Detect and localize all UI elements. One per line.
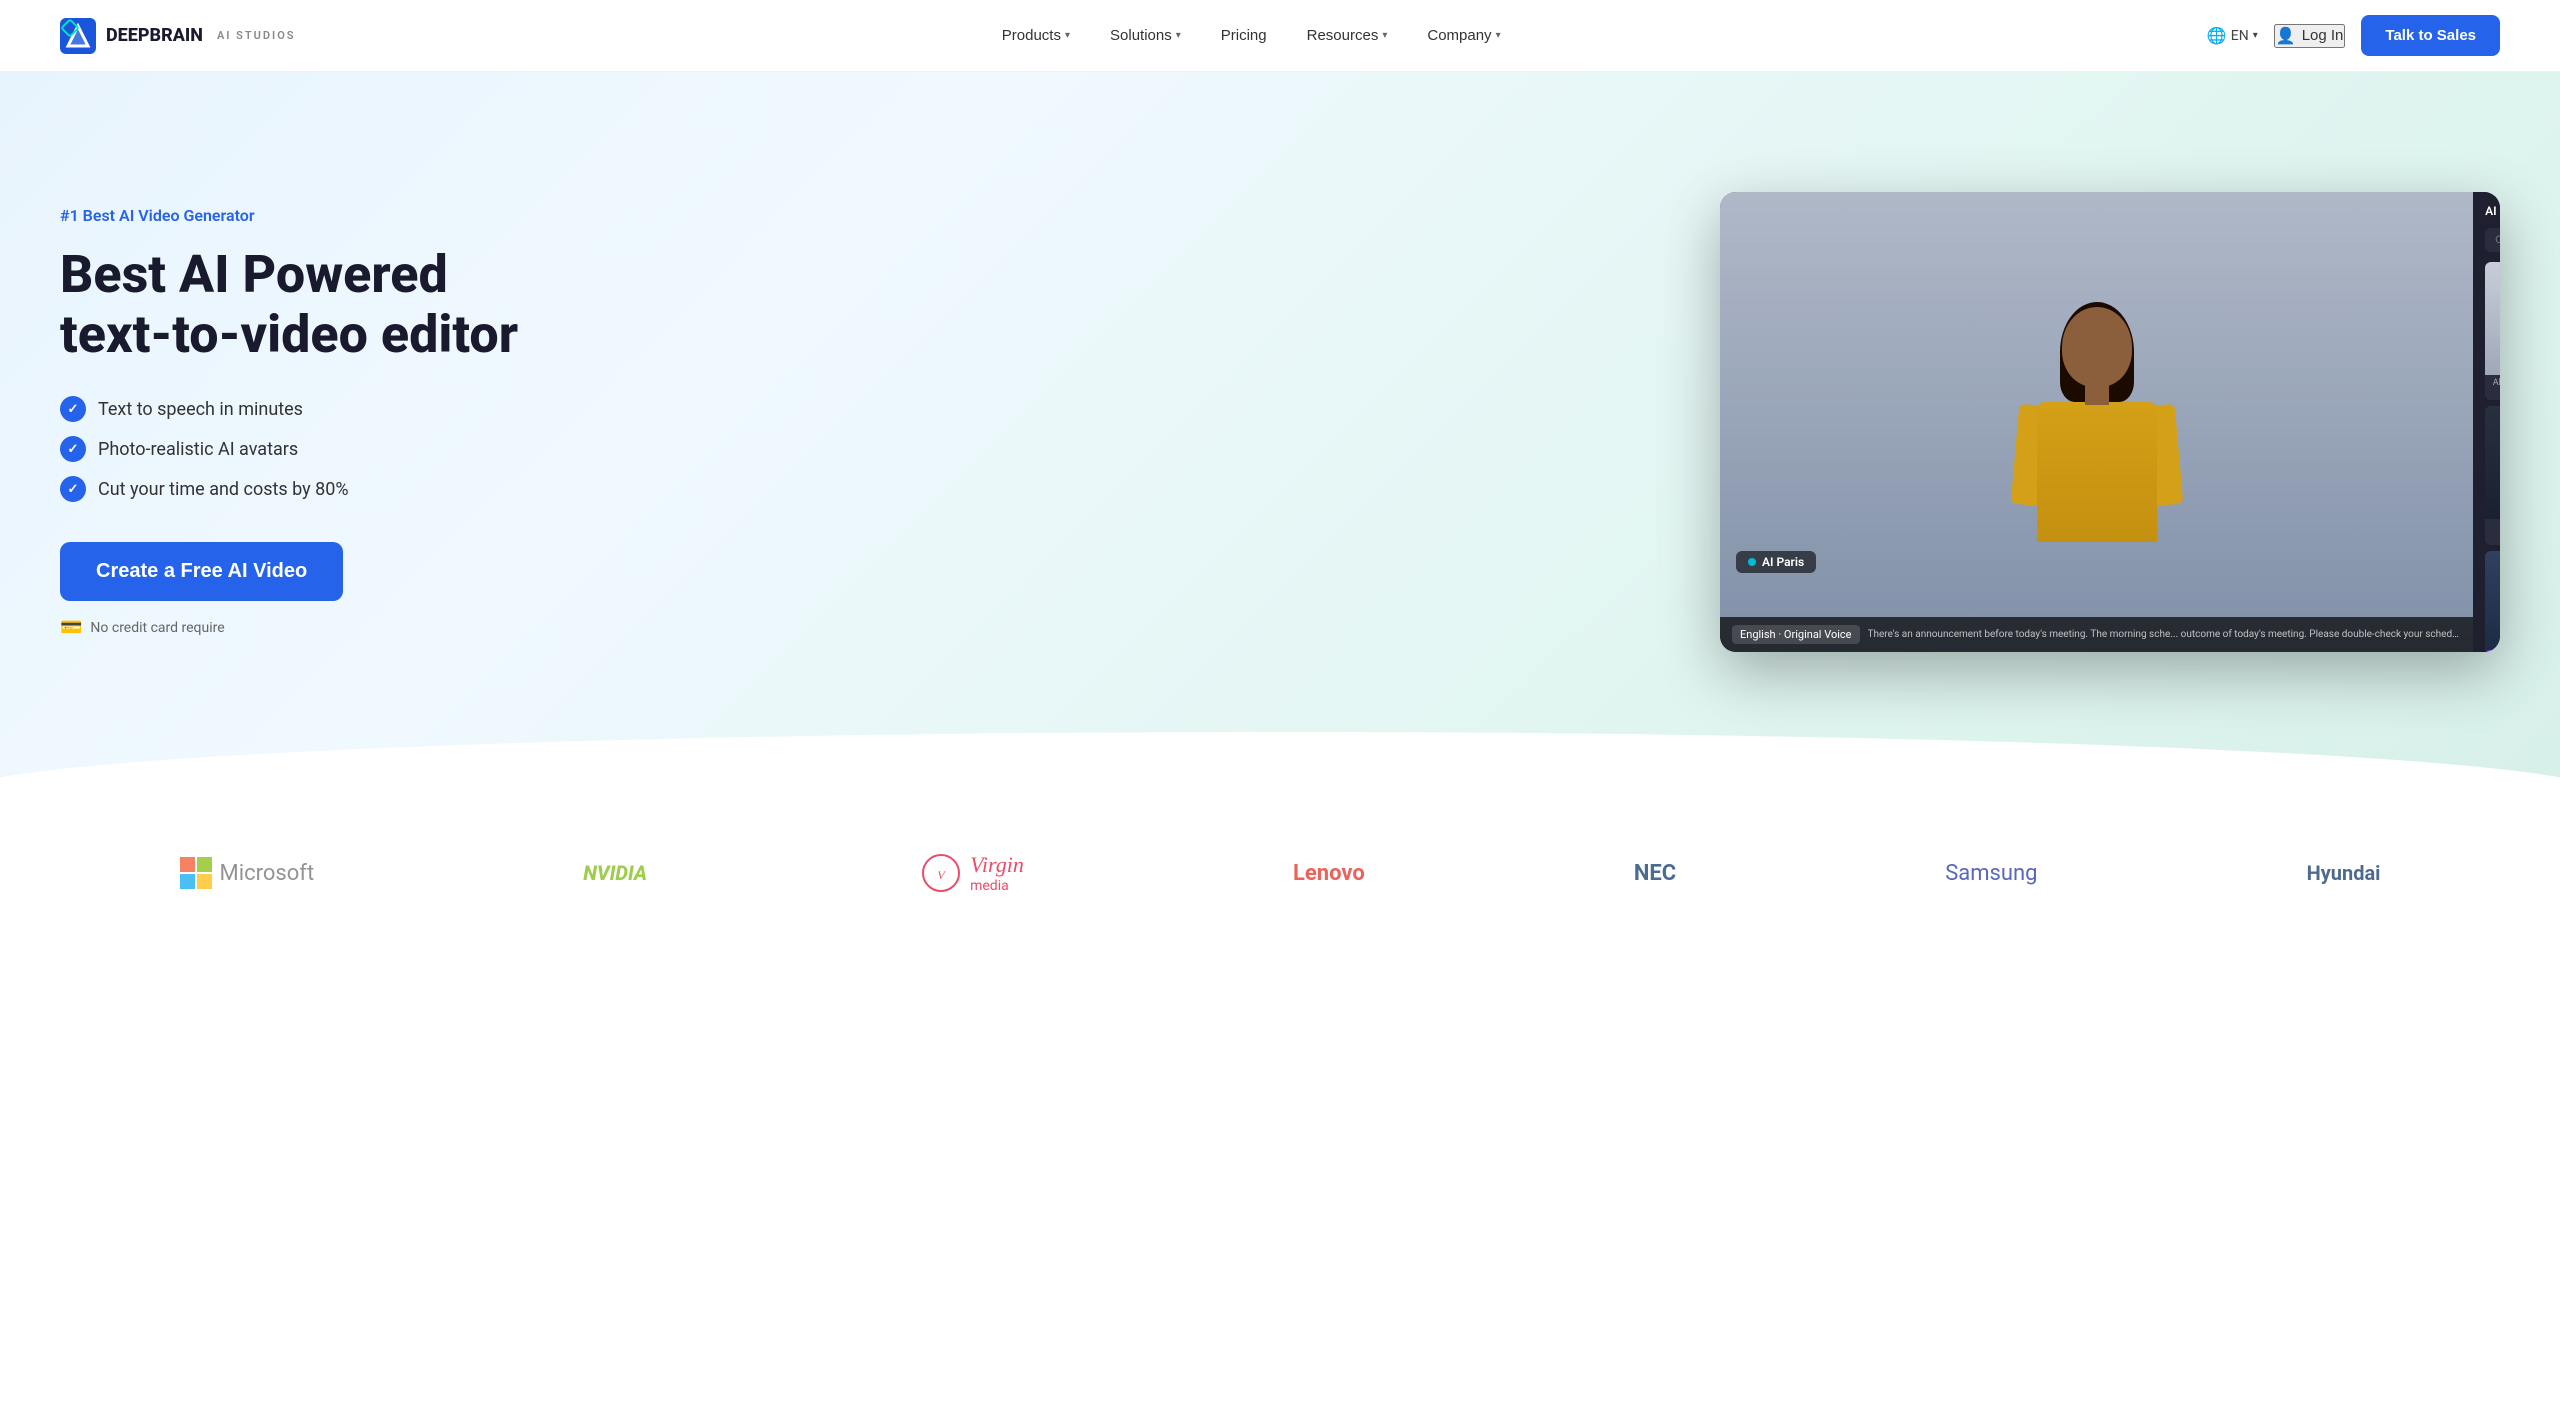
login-button[interactable]: 👤 Log In [2274, 24, 2346, 48]
model-card-3[interactable]: Jonathan (Announcer) [2485, 406, 2500, 545]
nav-products[interactable]: Products ▾ [986, 19, 1086, 52]
avatar [1997, 297, 2197, 617]
nav-links: Products ▾ Solutions ▾ Pricing Resources… [986, 19, 1517, 52]
feature-1: Text to speech in minutes [60, 396, 610, 422]
model-avatar-5 [2485, 551, 2500, 652]
model-card-5[interactable]: CUSTOM Laure (Teacher) [2485, 551, 2500, 652]
nav-solutions[interactable]: Solutions ▾ [1094, 19, 1197, 52]
microsoft-label: Microsoft [220, 861, 315, 886]
feature-2: Photo-realistic AI avatars [60, 436, 610, 462]
logo-nec: NEC [1634, 861, 1676, 886]
check-icon-2 [60, 436, 86, 462]
navbar: DEEPBRAIN AI STUDIOS Products ▾ Solution… [0, 0, 2560, 72]
hero-visual: AI Paris English · Original Voice There'… [650, 192, 2500, 652]
ai-models-panel: AI Models Alan (Announcer) [2473, 192, 2500, 652]
brand-name: DEEPBRAIN [106, 25, 203, 46]
model-badge-5: CUSTOM [2487, 650, 2500, 652]
no-credit-card-note: 💳 No credit card require [60, 617, 610, 638]
model-search-input[interactable] [2485, 228, 2500, 252]
video-scroll-text: There's an announcement before today's m… [1868, 629, 2462, 640]
language-selector[interactable]: 🌐 EN ▾ [2207, 26, 2258, 45]
logo-icon [60, 18, 96, 54]
model-avatar-3 [2485, 406, 2500, 519]
brand-sub: AI STUDIOS [217, 29, 296, 42]
lenovo-label: Lenovo [1293, 861, 1365, 886]
video-preview: AI Paris English · Original Voice There'… [1720, 192, 2500, 652]
logo-virgin: V Virgin media [916, 852, 1024, 894]
chevron-down-icon: ▾ [2253, 30, 2258, 41]
model-name-1: Alan (Announcer) [2485, 375, 2500, 391]
logos-section: Microsoft NVIDIA V Virgin media Lenovo N… [0, 792, 2560, 934]
microsoft-grid-icon [180, 857, 212, 889]
nav-resources[interactable]: Resources ▾ [1291, 19, 1404, 52]
logo-microsoft: Microsoft [180, 857, 315, 889]
avatar-head [2062, 307, 2132, 387]
video-screen: AI Paris [1720, 192, 2473, 617]
logo-samsung: Samsung [1945, 861, 2037, 886]
feature-3: Cut your time and costs by 80% [60, 476, 610, 502]
svg-text:V: V [937, 868, 946, 882]
chevron-down-icon: ▾ [1176, 30, 1181, 41]
logo-hyundai: Hyundai [2307, 861, 2381, 885]
media-label: media [970, 878, 1024, 894]
check-icon-3 [60, 476, 86, 502]
nav-right: 🌐 EN ▾ 👤 Log In Talk to Sales [2207, 15, 2500, 56]
logo-lenovo: Lenovo [1293, 861, 1365, 886]
card-icon: 💳 [60, 617, 82, 638]
logo[interactable]: DEEPBRAIN AI STUDIOS [60, 18, 296, 54]
talk-to-sales-button[interactable]: Talk to Sales [2361, 15, 2500, 56]
ai-dot [1748, 558, 1756, 566]
virgin-icon: V [916, 853, 966, 893]
globe-icon: 🌐 [2207, 26, 2227, 45]
logo-nvidia: NVIDIA [583, 861, 647, 885]
avatar-torso [2037, 402, 2157, 542]
avatar-container [1997, 297, 2197, 617]
ai-name-badge: AI Paris [1736, 551, 1816, 573]
user-icon: 👤 [2276, 26, 2296, 46]
language-tag: English · Original Voice [1732, 625, 1860, 644]
panel-title: AI Models [2485, 204, 2500, 218]
chevron-down-icon: ▾ [1065, 30, 1070, 41]
chevron-down-icon: ▾ [1382, 30, 1387, 41]
virgin-label: Virgin [970, 852, 1024, 878]
model-grid: Alan (Announcer) Jonathan (Announcer) [2485, 262, 2500, 652]
hero-features: Text to speech in minutes Photo-realisti… [60, 396, 610, 502]
chevron-down-icon: ▾ [1496, 30, 1501, 41]
video-bottom-bar: English · Original Voice There's an anno… [1720, 617, 2473, 652]
nav-company[interactable]: Company ▾ [1411, 19, 1516, 52]
avatar-neck [2085, 385, 2109, 405]
create-free-video-button[interactable]: Create a Free AI Video [60, 542, 343, 601]
nvidia-label: NVIDIA [583, 861, 647, 885]
check-icon-1 [60, 396, 86, 422]
hero-section: #1 Best AI Video Generator Best AI Power… [0, 72, 2560, 792]
samsung-label: Samsung [1945, 861, 2037, 886]
nav-pricing[interactable]: Pricing [1205, 19, 1283, 52]
hyundai-label: Hyundai [2307, 861, 2381, 885]
video-main: AI Paris English · Original Voice There'… [1720, 192, 2473, 652]
nec-label: NEC [1634, 861, 1676, 886]
model-name-3: Jonathan (Announcer) [2485, 519, 2500, 545]
hero-title: Best AI Powered text-to-video editor [60, 245, 610, 365]
hero-badge: #1 Best AI Video Generator [60, 206, 610, 225]
model-card-1[interactable]: Alan (Announcer) [2485, 262, 2500, 400]
hero-content: #1 Best AI Video Generator Best AI Power… [60, 206, 610, 639]
model-avatar-1 [2485, 262, 2500, 375]
